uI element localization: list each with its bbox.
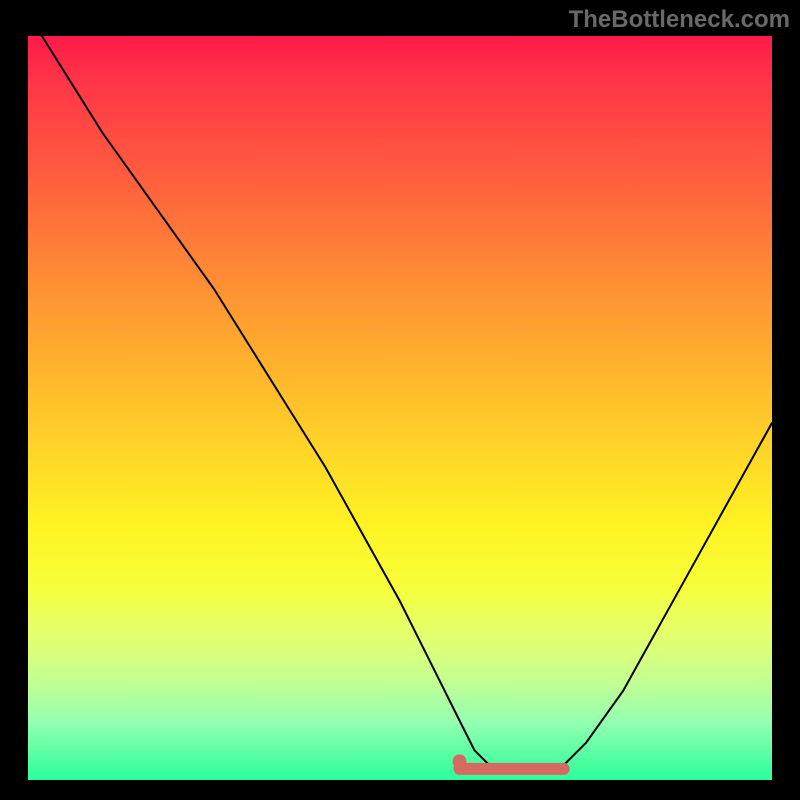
attribution-label: TheBottleneck.com: [569, 6, 790, 34]
optimal-marker-dot: [453, 754, 467, 768]
chart-overlay: [28, 36, 772, 780]
bottleneck-curve: [28, 36, 772, 773]
chart-frame: TheBottleneck.com: [0, 0, 800, 800]
plot-area: [28, 36, 772, 780]
